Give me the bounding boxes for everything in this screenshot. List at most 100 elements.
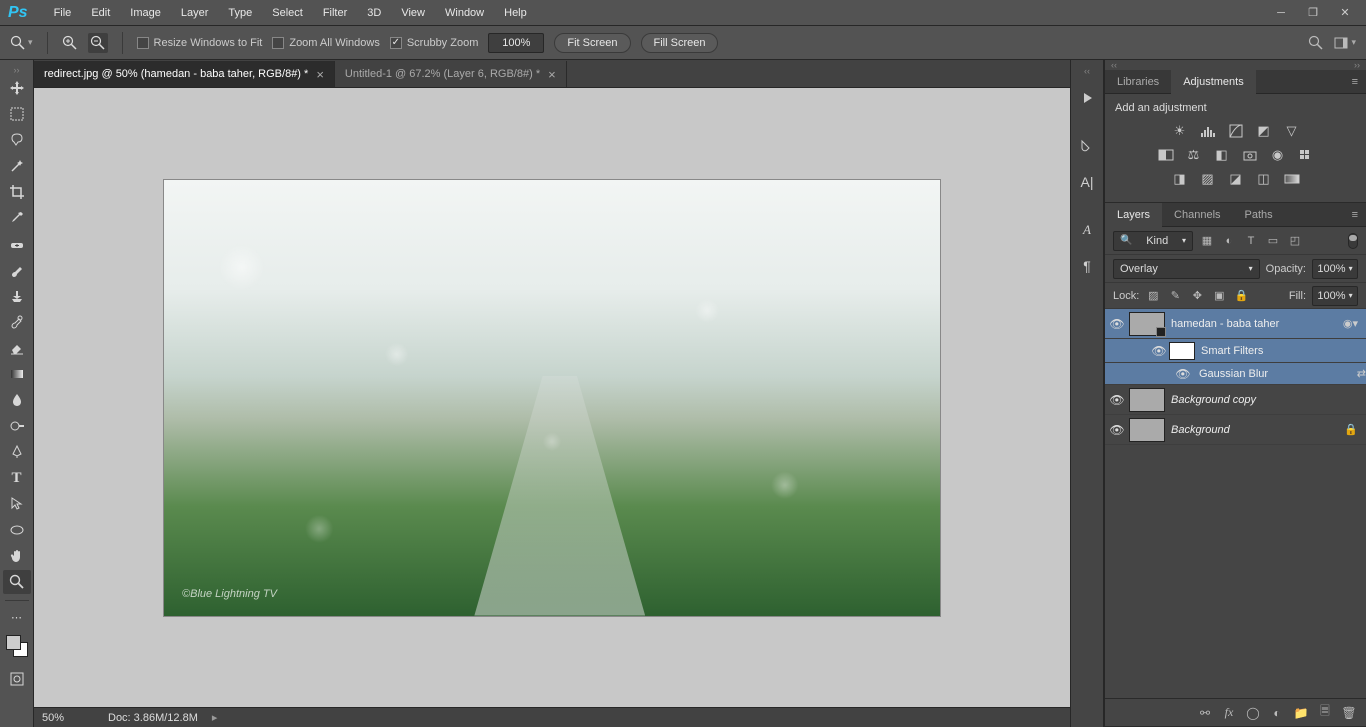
magic-wand-tool[interactable] [3,154,31,178]
scrubby-zoom-checkbox[interactable]: Scrubby Zoom [390,37,479,49]
posterize-icon[interactable]: ▨ [1197,170,1219,188]
link-layers-icon[interactable]: ⚯ [1194,702,1216,724]
path-selection-tool[interactable] [3,492,31,516]
exposure-icon[interactable]: ◩ [1253,122,1275,140]
status-more-icon[interactable]: ▸ [212,711,218,724]
brush-tool[interactable] [3,258,31,282]
toolbar-grip[interactable]: ›› [2,66,32,74]
fill-screen-button[interactable]: Fill Screen [641,33,719,53]
crop-tool[interactable] [3,180,31,204]
new-layer-icon[interactable]: 🗏 [1314,702,1336,724]
tab-layers[interactable]: Layers [1105,203,1162,227]
layer-row[interactable]: 👁 hamedan - baba taher ◉▾ [1105,309,1366,339]
zoom-out-button[interactable] [88,33,108,53]
vibrance-icon[interactable]: ▽ [1281,122,1303,140]
hue-saturation-icon[interactable] [1155,146,1177,164]
history-brush-tool[interactable] [3,310,31,334]
invert-icon[interactable]: ◨ [1169,170,1191,188]
dock-grip[interactable]: ‹‹ [1084,66,1090,76]
status-zoom[interactable]: 50% [42,712,94,724]
window-restore-button[interactable]: ❐ [1300,3,1326,23]
threshold-icon[interactable]: ◪ [1225,170,1247,188]
clone-stamp-tool[interactable] [3,284,31,308]
filter-kind-select[interactable]: 🔍Kind▾ [1113,231,1193,251]
filter-row[interactable]: 👁 Gaussian Blur ⇄ [1105,363,1366,385]
menu-file[interactable]: File [44,0,82,26]
window-close-button[interactable]: ✕ [1332,3,1358,23]
tab-libraries[interactable]: Libraries [1105,70,1171,94]
levels-icon[interactable] [1197,122,1219,140]
menu-type[interactable]: Type [218,0,262,26]
healing-brush-tool[interactable] [3,232,31,256]
filter-shape-icon[interactable]: ▭ [1265,233,1281,249]
menu-layer[interactable]: Layer [171,0,219,26]
document-tab-2[interactable]: Untitled-1 @ 67.2% (Layer 6, RGB/8#) * × [335,61,567,87]
visibility-toggle-icon[interactable]: 👁 [1149,344,1169,358]
blend-mode-select[interactable]: Overlay▾ [1113,259,1260,279]
gradient-tool[interactable] [3,362,31,386]
workspace-switcher[interactable]: ▾ [1334,37,1356,49]
canvas[interactable]: ©Blue Lightning TV [164,180,940,616]
marquee-tool[interactable] [3,102,31,126]
opacity-input[interactable]: 100%▾ [1312,259,1358,279]
filter-options-icon[interactable]: ⇄ [1357,367,1366,380]
current-tool-indicator[interactable]: ▾ [10,35,33,51]
layer-name[interactable]: Background copy [1171,394,1366,406]
menu-edit[interactable]: Edit [81,0,120,26]
play-actions-icon[interactable] [1073,84,1101,112]
filter-name[interactable]: Gaussian Blur [1199,368,1357,380]
color-balance-icon[interactable]: ⚖ [1183,146,1205,164]
move-tool[interactable] [3,76,31,100]
lock-transparency-icon[interactable]: ▨ [1145,288,1161,304]
panel-menu-icon[interactable]: ≡ [1344,76,1366,88]
edit-toolbar-button[interactable]: ⋯ [3,605,31,629]
zoom-in-button[interactable] [62,35,78,51]
panel-collapse-icon[interactable]: ‹‹ [1111,60,1117,70]
swatches-icon[interactable] [1073,132,1101,160]
zoom-all-checkbox[interactable]: Zoom All Windows [272,37,379,49]
layer-thumbnail[interactable] [1129,418,1165,442]
hand-tool[interactable] [3,544,31,568]
document-tab-1[interactable]: redirect.jpg @ 50% (hamedan - baba taher… [34,61,335,87]
eraser-tool[interactable] [3,336,31,360]
filter-toggle[interactable] [1348,233,1358,249]
zoom-percent-input[interactable]: 100% [488,33,544,53]
tab-paths[interactable]: Paths [1233,203,1285,227]
search-icon[interactable] [1308,35,1324,51]
color-swatches[interactable] [6,635,28,657]
visibility-toggle-icon[interactable]: 👁 [1105,423,1129,437]
layer-name[interactable]: hamedan - baba taher [1171,318,1343,330]
zoom-tool[interactable] [3,570,31,594]
visibility-toggle-icon[interactable]: 👁 [1105,317,1129,331]
adjustment-layer-icon[interactable]: ◐ [1266,702,1288,724]
canvas-viewport[interactable]: ©Blue Lightning TV [34,88,1070,707]
smart-filters-row[interactable]: 👁 Smart Filters [1105,339,1366,363]
pen-tool[interactable] [3,440,31,464]
lock-artboard-icon[interactable]: ▣ [1211,288,1227,304]
menu-select[interactable]: Select [262,0,313,26]
photo-filter-icon[interactable] [1239,146,1261,164]
smart-object-badge-icon[interactable]: ◉▾ [1343,317,1366,330]
tab-adjustments[interactable]: Adjustments [1171,70,1256,94]
lock-all-icon[interactable]: 🔒 [1233,288,1249,304]
resize-windows-checkbox[interactable]: Resize Windows to Fit [137,37,263,49]
status-doc-size[interactable]: Doc: 3.86M/12.8M [108,712,198,724]
quick-mask-toggle[interactable] [3,667,31,691]
menu-3d[interactable]: 3D [357,0,391,26]
menu-filter[interactable]: Filter [313,0,357,26]
filter-type-icon[interactable]: T [1243,233,1259,249]
lasso-tool[interactable] [3,128,31,152]
tab-channels[interactable]: Channels [1162,203,1232,227]
group-icon[interactable]: 📁 [1290,702,1312,724]
eyedropper-tool[interactable] [3,206,31,230]
color-lookup-icon[interactable] [1295,146,1317,164]
panel-expand-icon[interactable]: ›› [1354,60,1360,70]
brightness-contrast-icon[interactable]: ☀ [1169,122,1191,140]
filter-smart-icon[interactable]: ◰ [1287,233,1303,249]
shape-tool[interactable] [3,518,31,542]
gradient-map-icon[interactable] [1281,170,1303,188]
menu-image[interactable]: Image [120,0,171,26]
visibility-toggle-icon[interactable]: 👁 [1105,393,1129,407]
visibility-toggle-icon[interactable]: 👁 [1171,367,1195,381]
layer-row[interactable]: 👁 Background 🔒 [1105,415,1366,445]
